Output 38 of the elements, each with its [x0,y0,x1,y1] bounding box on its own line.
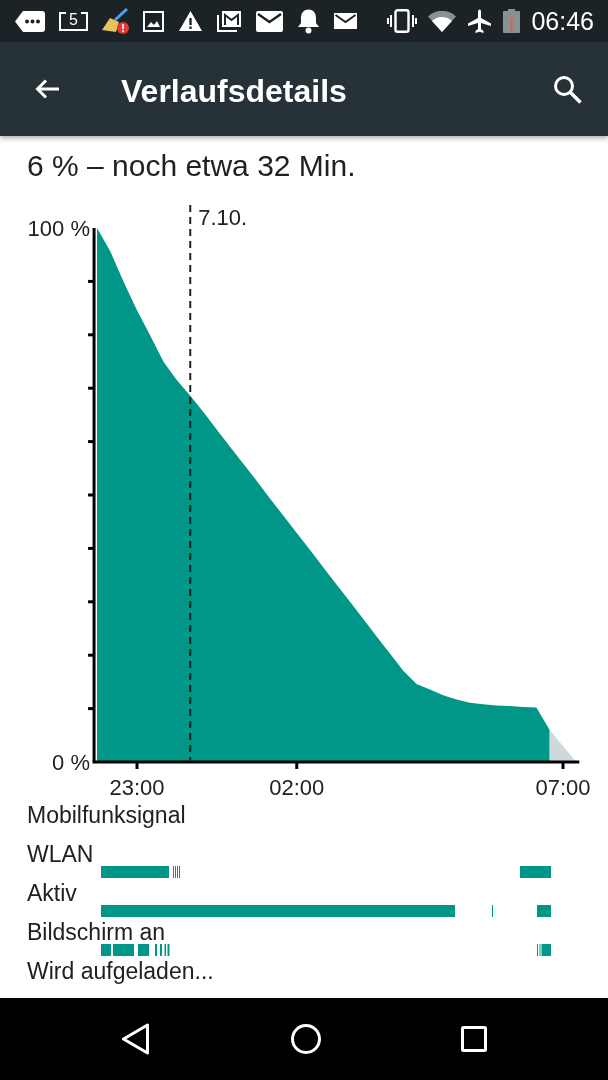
clock-time: 06:46 [531,7,594,35]
activity-bar [520,866,551,878]
envelope-icon [256,10,283,32]
activity-bar [101,866,169,878]
activity-bar [113,944,134,956]
date-marker-label: 7.10. [198,205,248,230]
icon-number: 5 [69,11,78,28]
activity-bar [537,905,551,917]
activity-label: Wird aufgeladen... [27,959,214,983]
recents-icon[interactable] [461,1026,487,1052]
x-axis-label: 07:00 [535,775,591,800]
broom-icon [102,8,129,34]
x-axis-label: 02:00 [269,775,325,800]
back-arrow-icon[interactable] [34,78,60,100]
activity-bar [101,944,111,956]
activity-label: Mobilfunksignal [27,803,186,827]
airplane-icon [467,8,493,34]
vibrate-icon [387,9,418,33]
bell-icon [297,8,320,34]
x-axis-label: 23:00 [109,775,165,800]
home-icon[interactable] [290,1024,321,1054]
activity-bar [138,944,149,956]
mail-stack-icon [217,10,242,32]
search-icon[interactable] [553,74,582,104]
envelope-icon [334,13,357,29]
activity-label: Aktiv [27,881,77,905]
battery-summary: 6 % – noch etwa 32 Min. [27,149,356,182]
y-axis-label: 0 % [52,749,90,775]
battery-icon [503,9,521,33]
activity-label: Bildschirm an [27,920,166,944]
image-icon [143,10,164,32]
y-axis-label: 100 % [27,215,90,241]
screen-title: Verlaufsdetails [121,72,347,110]
warning-icon [178,10,203,32]
wifi-icon [428,10,457,32]
activity-label: WLAN [27,842,94,866]
nav-back-icon[interactable] [121,1023,150,1055]
message-dots-icon [15,10,45,32]
